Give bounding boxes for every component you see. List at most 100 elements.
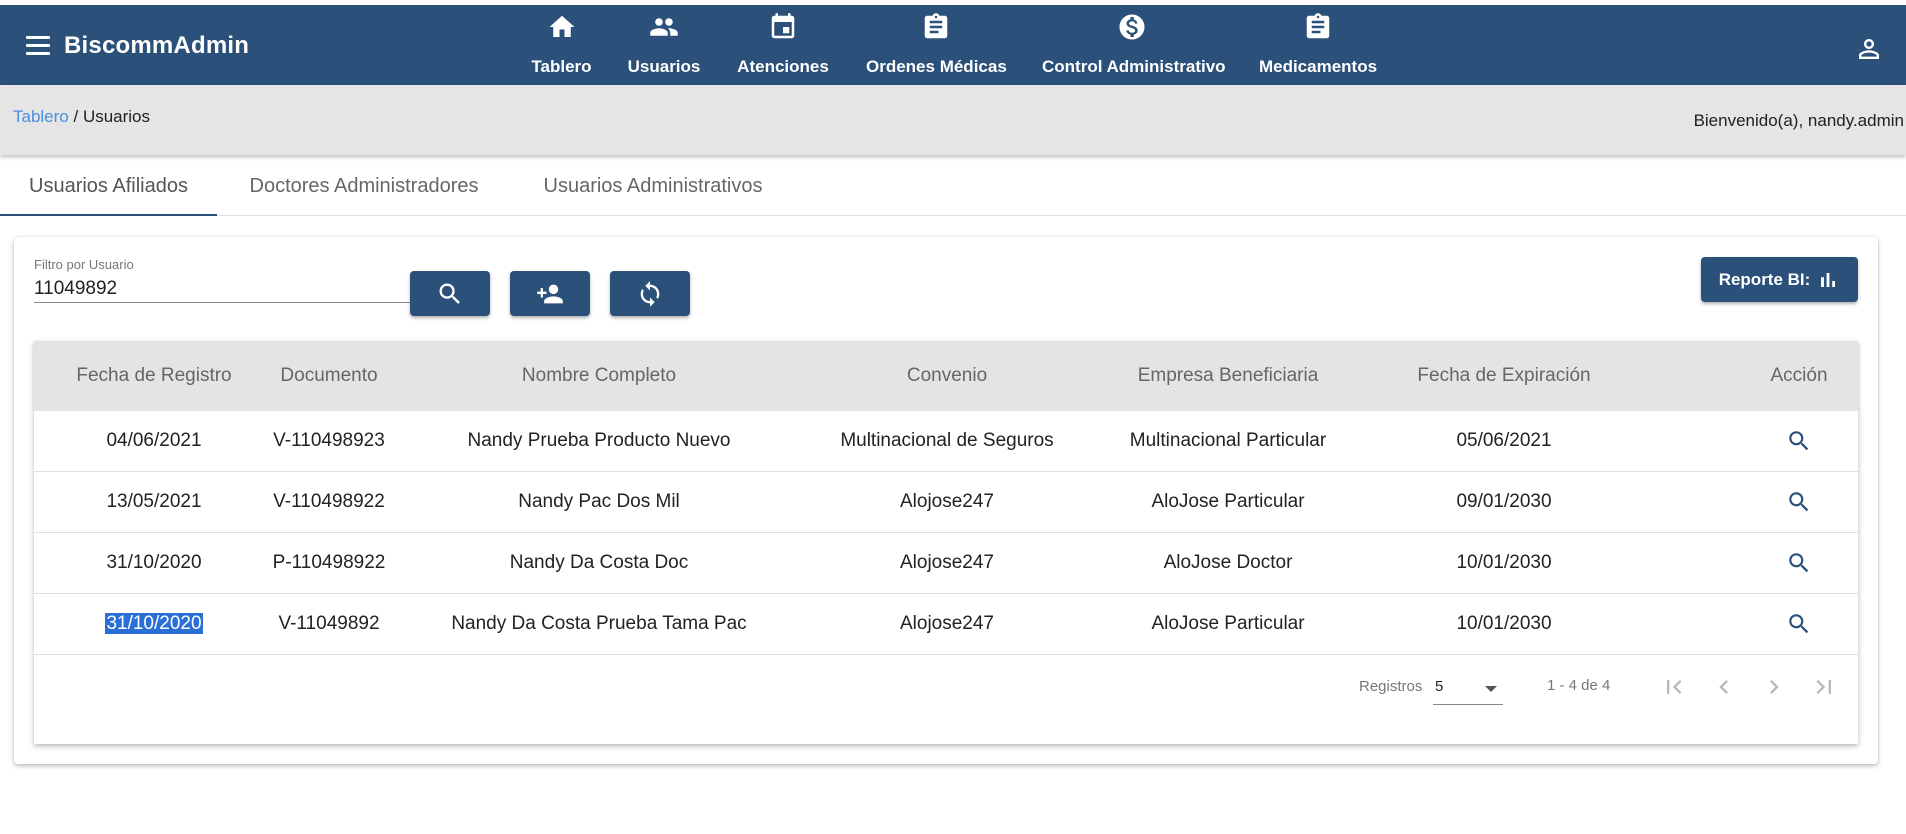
nav-item-atenciones[interactable]: Atenciones (735, 5, 831, 85)
filter-label: Filtro por Usuario (34, 257, 134, 272)
column-header-empresa-beneficiaria[interactable]: Empresa Beneficiaria (1118, 341, 1338, 411)
cell-nombre-completo: Nandy Pac Dos Mil (518, 491, 680, 512)
search-button[interactable] (410, 271, 490, 316)
chevron-down-icon (1485, 686, 1497, 692)
table-row[interactable]: 31/10/2020 V-11049892 Nandy Da Costa Pru… (34, 594, 1858, 655)
add-user-button[interactable] (510, 271, 590, 316)
nav-item-usuarios[interactable]: Usuarios (625, 5, 703, 85)
nav-item-label: Usuarios (627, 57, 701, 76)
nav-item-medicamentos[interactable]: Medicamentos (1258, 5, 1378, 85)
cell-fecha-registro: 31/10/2020 (74, 594, 234, 655)
cell-documento: P-110498922 (272, 552, 386, 573)
previous-page-button[interactable] (1710, 673, 1738, 701)
last-page-icon (1816, 680, 1831, 694)
cell-convenio: Alojose247 (899, 491, 995, 512)
cell-convenio: Alojose247 (899, 613, 995, 634)
breadcrumb-current: Usuarios (82, 107, 151, 126)
tab-usuarios-afiliados[interactable]: Usuarios Afiliados (0, 158, 217, 216)
page-range: 1 - 4 de 4 (1547, 677, 1611, 694)
cell-fecha-registro: 31/10/2020 (106, 552, 202, 573)
page-size-select[interactable]: 5 (1433, 671, 1503, 705)
cell-fecha-expiracion: 10/01/2030 (1456, 613, 1552, 634)
tab-doctores-administradores[interactable]: Doctores Administradores (217, 158, 511, 216)
users-card: Filtro por Usuario Reporte BI: Fecha de … (14, 237, 1878, 764)
breadcrumb-bar: Tablero / Usuarios Bienvenido(a), nandy.… (0, 85, 1906, 155)
bar-chart-icon (1821, 272, 1836, 287)
cell-documento: V-110498923 (273, 430, 385, 451)
clipboard-icon (1306, 13, 1330, 39)
column-header-fecha-registro[interactable]: Fecha de Registro (74, 341, 234, 411)
nav-item-label: Medicamentos (1258, 57, 1378, 76)
breadcrumb: Tablero / Usuarios (13, 107, 150, 127)
cell-fecha-registro: 04/06/2021 (106, 430, 202, 451)
cell-empresa-beneficiaria: AloJose Particular (1151, 491, 1305, 512)
last-page-button[interactable] (1810, 673, 1838, 701)
view-details-icon[interactable] (1786, 611, 1812, 637)
refresh-button[interactable] (610, 271, 690, 316)
column-header-documento[interactable]: Documento (259, 341, 399, 411)
view-details-icon[interactable] (1786, 489, 1812, 515)
people-icon (650, 18, 678, 36)
clipboard-icon (924, 13, 948, 39)
sync-icon (640, 280, 660, 307)
cell-documento: V-110498922 (273, 491, 385, 512)
top-app-bar: BiscommAdmin Tablero Usuarios Atenciones… (0, 5, 1906, 85)
report-bi-button[interactable]: Reporte BI: (1701, 257, 1858, 302)
column-header-convenio[interactable]: Convenio (847, 341, 1047, 411)
nav-item-ordenes-medicas[interactable]: Ordenes Médicas (866, 5, 1007, 85)
cell-nombre-completo: Nandy Prueba Producto Nuevo (467, 430, 731, 451)
chevron-right-icon (1770, 680, 1779, 694)
cell-nombre-completo: Nandy Da Costa Doc (509, 552, 689, 573)
view-details-icon[interactable] (1786, 550, 1812, 576)
column-header-fecha-expiracion[interactable]: Fecha de Expiración (1404, 341, 1604, 411)
cell-convenio: Alojose247 (899, 552, 995, 573)
next-page-button[interactable] (1760, 673, 1788, 701)
selected-text: 31/10/2020 (105, 613, 203, 634)
app-brand[interactable]: BiscommAdmin (64, 32, 249, 60)
cell-nombre-completo: Nandy Da Costa Prueba Tama Pac (451, 613, 747, 634)
cell-fecha-expiracion: 09/01/2030 (1456, 491, 1552, 512)
cell-fecha-registro: 13/05/2021 (106, 491, 202, 512)
column-header-nombre-completo[interactable]: Nombre Completo (474, 341, 724, 411)
breadcrumb-separator: / (68, 107, 83, 126)
home-icon (549, 15, 574, 37)
view-details-icon[interactable] (1786, 428, 1812, 454)
nav-item-control-administrativo[interactable]: Control Administrativo (1042, 5, 1226, 85)
nav-item-tablero[interactable]: Tablero (525, 5, 598, 85)
first-page-button[interactable] (1660, 673, 1688, 701)
report-bi-label: Reporte BI: (1718, 269, 1811, 289)
nav-item-label: Control Administrativo (1042, 57, 1226, 76)
person-add-icon (537, 284, 563, 303)
nav-item-label: Ordenes Médicas (866, 57, 1007, 76)
cell-empresa-beneficiaria: Multinacional Particular (1129, 430, 1327, 451)
user-filter-input[interactable] (34, 275, 410, 303)
first-page-icon (1667, 680, 1682, 694)
column-header-accion: Acción (1770, 365, 1828, 386)
table-row[interactable]: 04/06/2021 V-110498923 Nandy Prueba Prod… (34, 411, 1858, 472)
dollar-circle-icon (1119, 14, 1145, 40)
users-table: Fecha de Registro Documento Nombre Compl… (34, 341, 1858, 744)
nav-item-label: Atenciones (737, 57, 829, 76)
page-size-value: 5 (1435, 678, 1444, 695)
calendar-icon (771, 13, 795, 39)
paginator: Registros 5 1 - 4 de 4 (34, 657, 1858, 717)
table-header: Fecha de Registro Documento Nombre Compl… (34, 341, 1858, 411)
table-row[interactable]: 31/10/2020 P-110498922 Nandy Da Costa Do… (34, 533, 1858, 594)
cell-convenio: Multinacional de Seguros (840, 430, 1054, 451)
breadcrumb-link-tablero[interactable]: Tablero (13, 107, 69, 126)
cell-empresa-beneficiaria: AloJose Doctor (1163, 552, 1293, 573)
cell-fecha-expiracion: 05/06/2021 (1456, 430, 1552, 451)
welcome-message: Bienvenido(a), nandy.admin (1693, 111, 1904, 130)
tab-usuarios-administrativos[interactable]: Usuarios Administrativos (511, 158, 795, 216)
cell-empresa-beneficiaria: AloJose Particular (1151, 613, 1305, 634)
chevron-left-icon (1719, 680, 1728, 694)
cell-fecha-expiracion: 10/01/2030 (1456, 552, 1552, 573)
account-icon[interactable] (1854, 34, 1884, 64)
tab-bar: Usuarios Afiliados Doctores Administrado… (0, 158, 1906, 216)
page-size-label: Registros (1359, 678, 1423, 695)
nav-item-label: Tablero (531, 57, 592, 76)
menu-icon[interactable] (26, 36, 50, 56)
table-row[interactable]: 13/05/2021 V-110498922 Nandy Pac Dos Mil… (34, 472, 1858, 533)
search-icon (439, 283, 460, 304)
cell-documento: V-11049892 (278, 613, 380, 634)
